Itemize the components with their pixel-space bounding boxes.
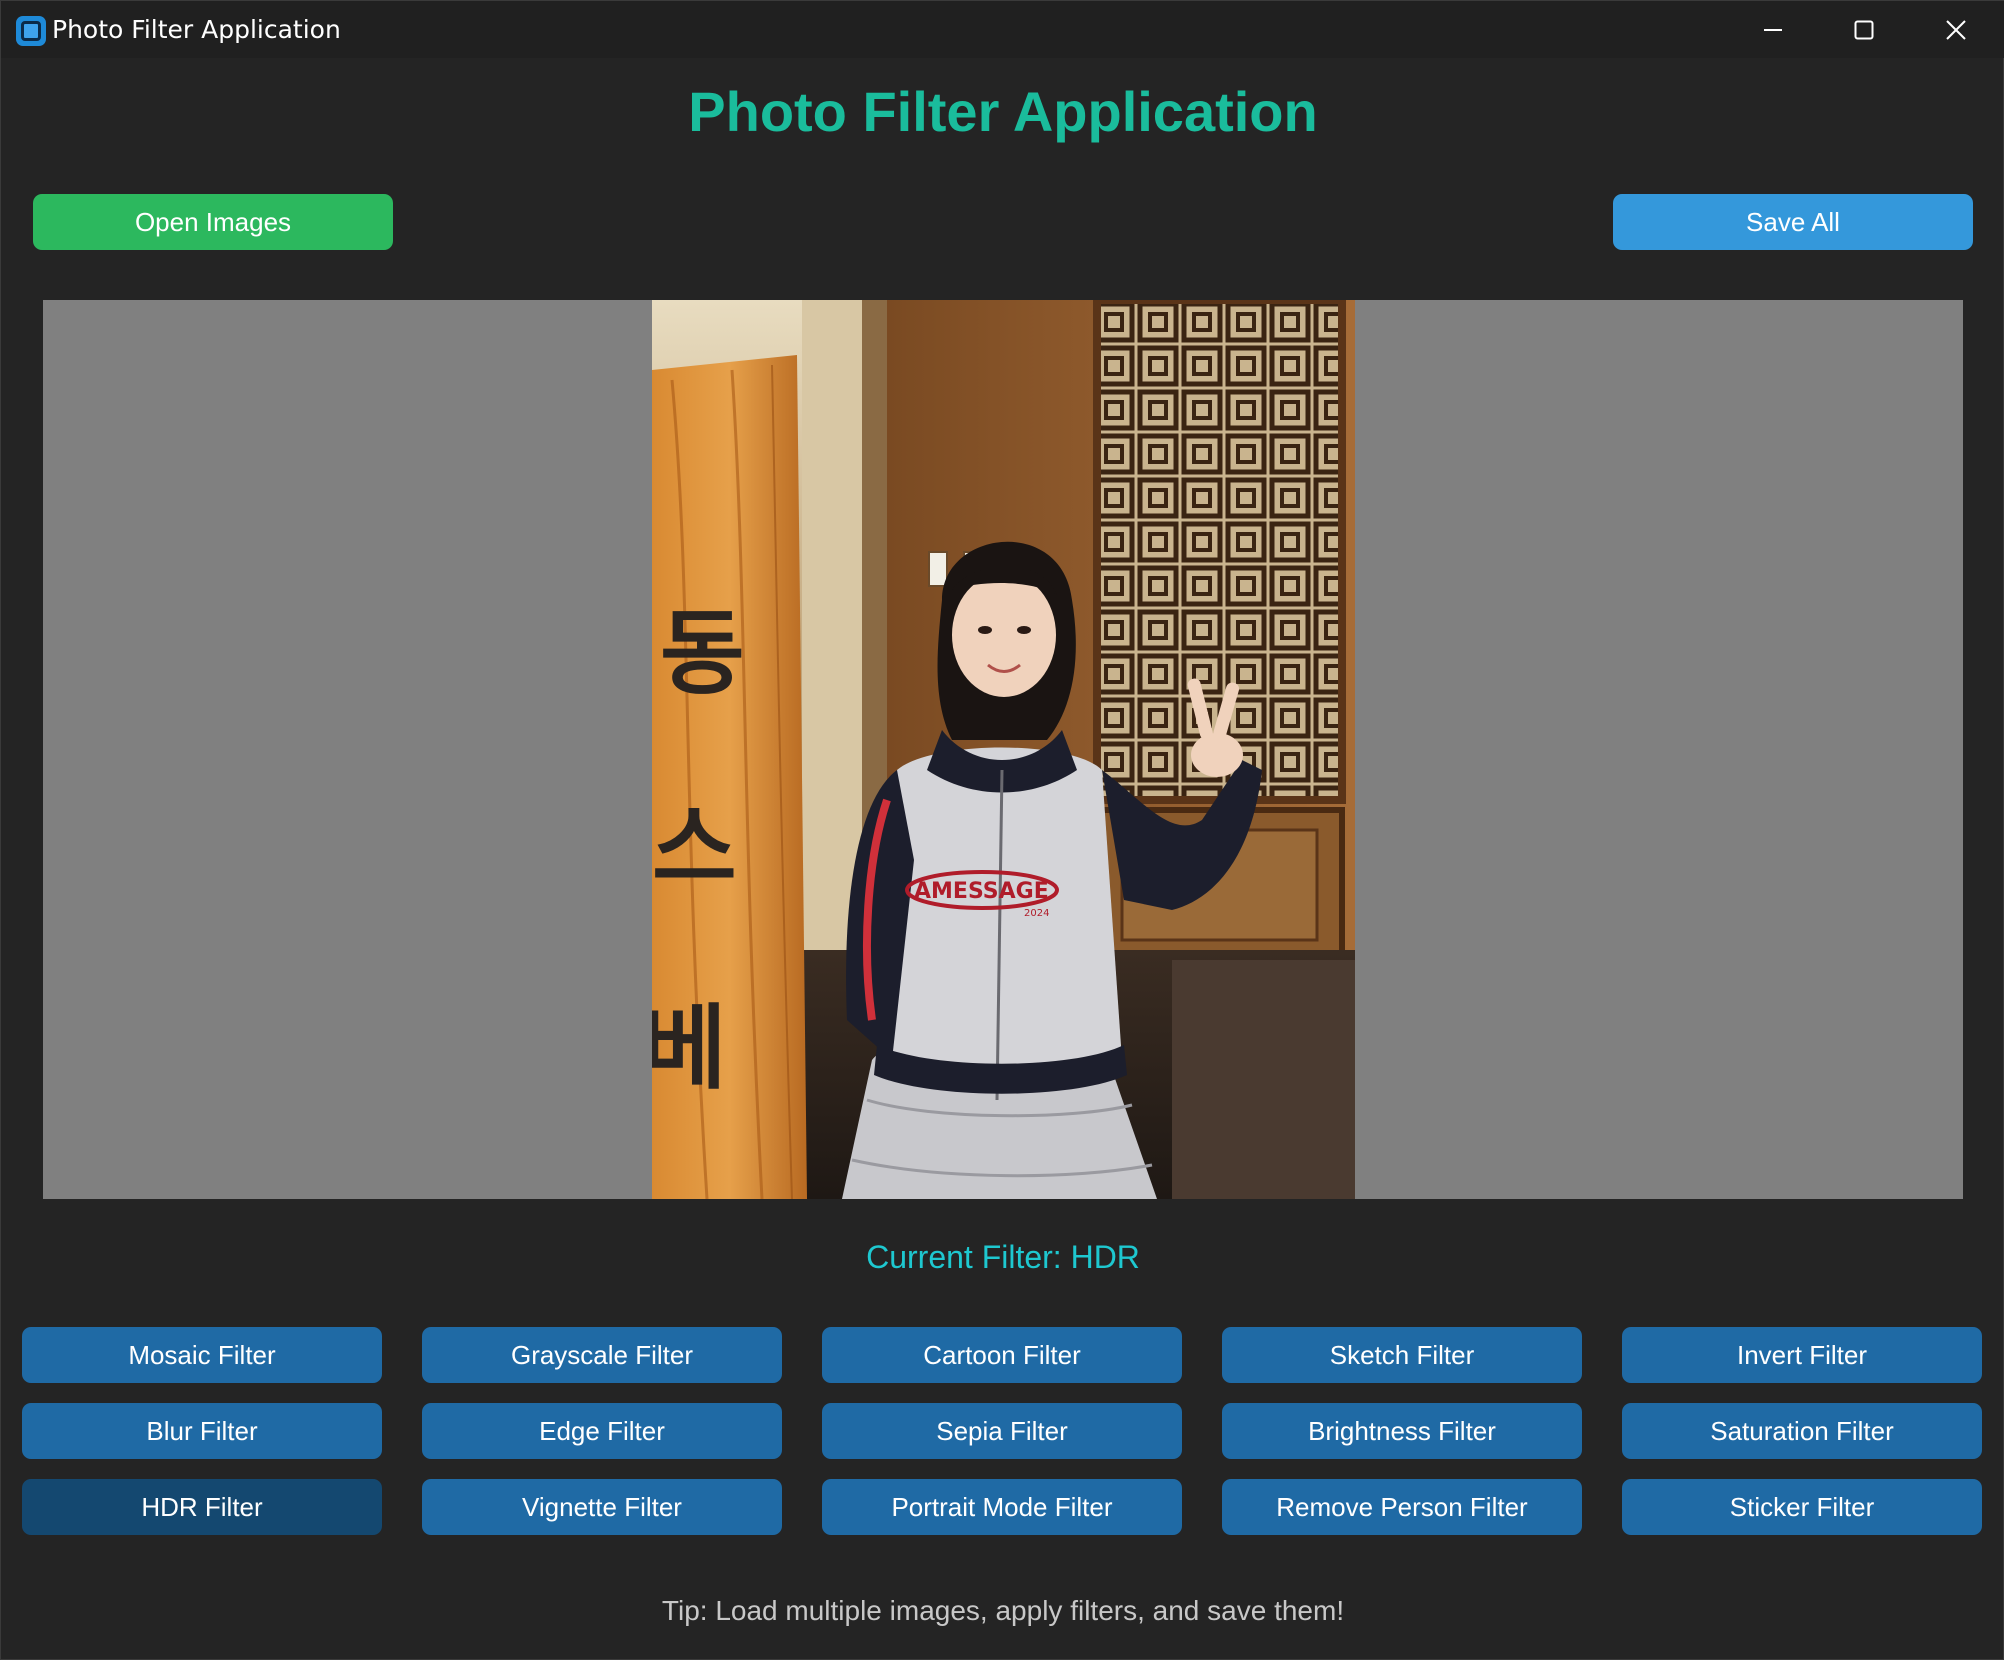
sign-character-1: 동 — [660, 600, 745, 707]
save-all-button[interactable]: Save All — [1613, 194, 1973, 250]
minimize-button[interactable] — [1727, 1, 1819, 58]
jacket-logo-text: AMESSAGE — [914, 879, 1049, 904]
cartoon-filter-button[interactable]: Cartoon Filter — [822, 1327, 1182, 1383]
photo-image: 동 스 베 AMESSAGE 2024 — [652, 300, 1355, 1199]
sign-character-2: 스 — [652, 795, 737, 902]
window-title: Photo Filter Application — [52, 15, 341, 44]
remove-person-filter-button[interactable]: Remove Person Filter — [1222, 1479, 1582, 1535]
maximize-icon — [1854, 20, 1874, 39]
title-bar: Photo Filter Application — [1, 1, 2004, 58]
photo-preview: 동 스 베 AMESSAGE 2024 — [652, 300, 1355, 1199]
vignette-filter-button[interactable]: Vignette Filter — [422, 1479, 782, 1535]
sign-character-3: 베 — [652, 995, 727, 1102]
brightness-filter-button[interactable]: Brightness Filter — [1222, 1403, 1582, 1459]
page-title: Photo Filter Application — [688, 80, 1318, 143]
edge-filter-button[interactable]: Edge Filter — [422, 1403, 782, 1459]
sticker-filter-button[interactable]: Sticker Filter — [1622, 1479, 1982, 1535]
portrait-mode-filter-button[interactable]: Portrait Mode Filter — [822, 1479, 1182, 1535]
open-images-button[interactable]: Open Images — [33, 194, 393, 250]
mosaic-filter-button[interactable]: Mosaic Filter — [22, 1327, 382, 1383]
invert-filter-button[interactable]: Invert Filter — [1622, 1327, 1982, 1383]
sketch-filter-button[interactable]: Sketch Filter — [1222, 1327, 1582, 1383]
app-window: Photo Filter Application Photo Filter Ap… — [0, 0, 2004, 1660]
app-icon — [16, 16, 46, 46]
minimize-icon — [1764, 28, 1782, 31]
grayscale-filter-button[interactable]: Grayscale Filter — [422, 1327, 782, 1383]
blur-filter-button[interactable]: Blur Filter — [22, 1403, 382, 1459]
image-canvas: 동 스 베 AMESSAGE 2024 — [43, 300, 1963, 1199]
close-button[interactable] — [1910, 1, 2002, 58]
tip-text: Tip: Load multiple images, apply filters… — [661, 1595, 1345, 1626]
close-icon — [1946, 19, 1966, 40]
maximize-button[interactable] — [1818, 1, 1910, 58]
sepia-filter-button[interactable]: Sepia Filter — [822, 1403, 1182, 1459]
jacket-logo-year: 2024 — [1024, 908, 1049, 919]
saturation-filter-button[interactable]: Saturation Filter — [1622, 1403, 1982, 1459]
current-filter-label: Current Filter: HDR — [866, 1239, 1140, 1275]
hdr-filter-button[interactable]: HDR Filter — [22, 1479, 382, 1535]
